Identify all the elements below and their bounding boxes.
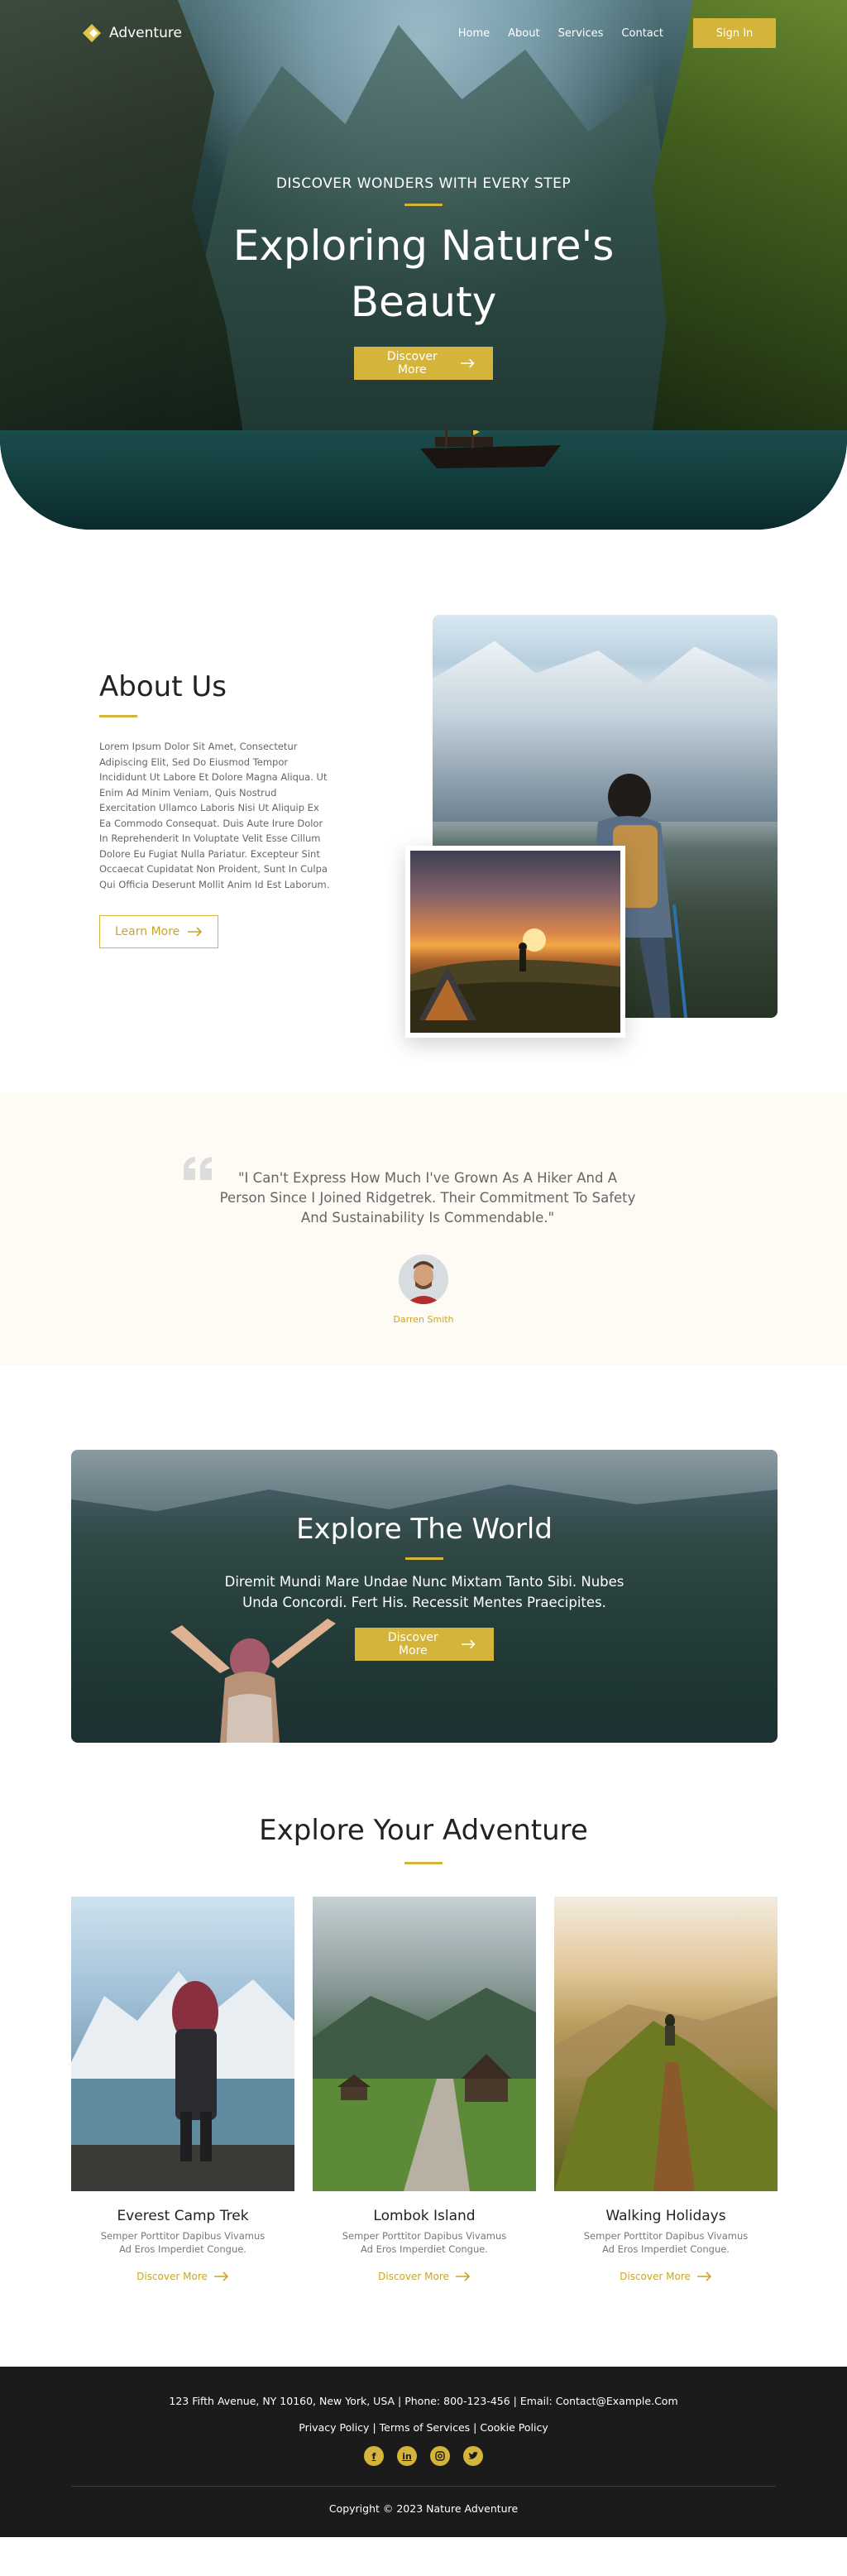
footer-separator: | (372, 2421, 376, 2434)
walking-discover-more-link[interactable]: Discover More (620, 2271, 712, 2282)
footer: 123 Fifth Avenue, NY 10160, New York, US… (0, 2367, 847, 2537)
quote-icon (184, 1157, 212, 1180)
about-body: Lorem Ipsum Dolor Sit Amet, Consectetur … (99, 741, 330, 890)
arrow-right-icon (188, 927, 203, 937)
hero-discover-more-label: Discover More (386, 350, 438, 377)
adventure-card-name: Walking Holidays (605, 2208, 726, 2224)
explore-world-section: Explore The World Diremit Mundi Mare Und… (0, 1365, 847, 1779)
explore-discover-more-label: Discover More (387, 1631, 438, 1657)
footer-links: Privacy Policy | Terms of Services | Cookie … (0, 2421, 847, 2434)
nav-links: Home About Services Contact Sign In (458, 18, 776, 48)
footer-address: 123 Fifth Avenue, NY 10160, New York, US… (169, 2395, 678, 2407)
nav-link-home[interactable]: Home (458, 27, 490, 40)
adventure-card-link-label: Discover More (620, 2271, 691, 2282)
everest-illustration (71, 1897, 294, 2191)
explore-accent-line (405, 1557, 443, 1560)
testimonial-author: Darren Smith (393, 1314, 454, 1325)
hero-accent-line (404, 204, 443, 206)
twitter-glyph (468, 2452, 478, 2459)
explore-world-body: Diremit Mundi Mare Undae Nunc Mixtam Tan… (224, 1574, 624, 1610)
hero-title: Exploring Nature's Beauty (232, 222, 615, 326)
about-text: About Us Lorem Ipsum Dolor Sit Amet, Con… (99, 670, 331, 948)
adventure-section: Explore Your Adventure Everest Camp Trek… (0, 1779, 847, 2367)
hero-section: Adventure Home About Services Contact Si… (0, 0, 847, 530)
adventure-card-desc: Semper Porttitor Dapibus Vivamus Ad Eros… (342, 2230, 507, 2255)
adventure-card-name: Everest Camp Trek (117, 2208, 249, 2224)
copyright: Copyright © 2023 Nature Adventure (328, 2502, 519, 2515)
twitter-icon[interactable] (463, 2446, 483, 2466)
social-links: f in (0, 2446, 847, 2466)
about-title: About Us (99, 670, 227, 703)
instagram-glyph (435, 2451, 445, 2461)
adventure-card-walking: Walking Holidays Semper Porttitor Dapibu… (554, 1897, 778, 2283)
sign-in-button[interactable]: Sign In (693, 18, 776, 48)
everest-photo (71, 1897, 294, 2191)
brand-name: Adventure (109, 25, 182, 41)
adventure-card-name: Lombok Island (373, 2208, 476, 2224)
top-nav: Adventure Home About Services Contact Si… (83, 18, 776, 48)
about-accent-line (99, 715, 137, 717)
facebook-icon[interactable]: f (364, 2446, 384, 2466)
lombok-photo (313, 1897, 536, 2191)
nav-link-contact[interactable]: Contact (621, 27, 663, 40)
footer-separator: | (473, 2421, 477, 2434)
learn-more-button[interactable]: Learn More (99, 915, 219, 948)
testimonial-section: "I Can't Express How Much I've Grown As … (0, 1092, 847, 1365)
arrow-right-icon (696, 2271, 712, 2281)
lombok-illustration (313, 1897, 536, 2191)
boat-illustration (420, 430, 561, 468)
explore-world-banner: Explore The World Diremit Mundi Mare Und… (71, 1450, 778, 1743)
testimonial-quote: "I Can't Express How Much I've Grown As … (219, 1170, 636, 1226)
hero-eyebrow: DISCOVER WONDERS WITH EVERY STEP (275, 175, 572, 192)
walking-illustration (554, 1897, 778, 2191)
footer-divider (71, 2486, 776, 2487)
privacy-policy-link[interactable]: Privacy Policy (299, 2421, 369, 2434)
instagram-icon[interactable] (430, 2446, 450, 2466)
adventure-card-desc: Semper Porttitor Dapibus Vivamus Ad Eros… (100, 2230, 266, 2255)
arrow-right-icon (460, 358, 475, 368)
nav-link-services[interactable]: Services (558, 27, 604, 40)
explore-discover-more-button[interactable]: Discover More (355, 1628, 494, 1661)
arrow-right-icon (461, 1639, 476, 1649)
hero-content: DISCOVER WONDERS WITH EVERY STEP Explori… (0, 175, 847, 380)
explore-world-title: Explore The World (296, 1513, 553, 1546)
hero-discover-more-button[interactable]: Discover More (354, 347, 493, 380)
nav-link-about[interactable]: About (508, 27, 539, 40)
adventure-card-link-label: Discover More (378, 2271, 449, 2282)
everest-discover-more-link[interactable]: Discover More (136, 2271, 229, 2282)
adventure-card-link-label: Discover More (136, 2271, 208, 2282)
terms-of-services-link[interactable]: Terms of Services (380, 2421, 471, 2434)
adventure-title: Explore Your Adventure (259, 1814, 588, 1847)
arrow-right-icon (455, 2271, 471, 2281)
sunset-camp-scene (410, 851, 620, 1033)
adventure-card-desc: Semper Porttitor Dapibus Vivamus Ad Eros… (583, 2230, 749, 2255)
brand[interactable]: Adventure (83, 24, 182, 42)
about-section: About Us Lorem Ipsum Dolor Sit Amet, Con… (0, 530, 847, 1092)
learn-more-label: Learn More (115, 925, 180, 938)
logo-icon (83, 24, 101, 42)
camp-illustration (410, 928, 620, 1033)
about-camp-photo (405, 846, 625, 1038)
adventure-cards: Everest Camp Trek Semper Porttitor Dapib… (71, 1897, 778, 2283)
avatar-illustration (399, 1254, 448, 1304)
arrow-right-icon (213, 2271, 229, 2281)
cookie-policy-link[interactable]: Cookie Policy (480, 2421, 548, 2434)
linkedin-icon[interactable]: in (397, 2446, 417, 2466)
adventure-card-lombok: Lombok Island Semper Porttitor Dapibus V… (313, 1897, 536, 2283)
avatar (399, 1254, 448, 1304)
walking-photo (554, 1897, 778, 2191)
lombok-discover-more-link[interactable]: Discover More (378, 2271, 471, 2282)
adventure-card-everest: Everest Camp Trek Semper Porttitor Dapib… (71, 1897, 294, 2283)
explore-world-content: Explore The World Diremit Mundi Mare Und… (71, 1513, 778, 1661)
adventure-accent-line (404, 1862, 443, 1864)
